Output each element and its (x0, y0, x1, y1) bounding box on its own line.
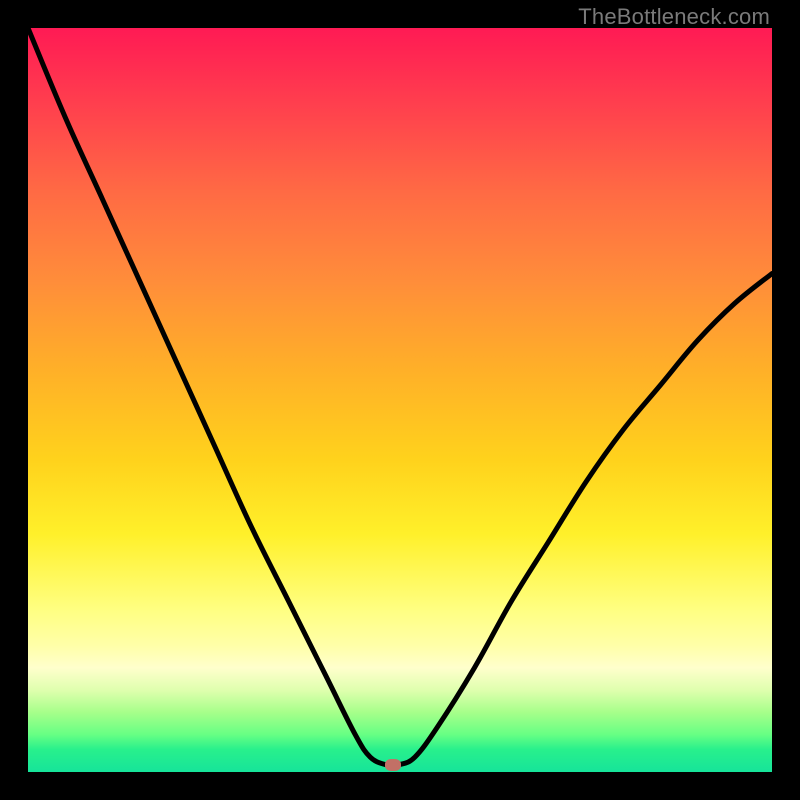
bottleneck-curve (28, 28, 772, 772)
minimum-marker (385, 759, 401, 771)
watermark-text: TheBottleneck.com (578, 4, 770, 30)
plot-area (28, 28, 772, 772)
chart-frame: TheBottleneck.com (0, 0, 800, 800)
